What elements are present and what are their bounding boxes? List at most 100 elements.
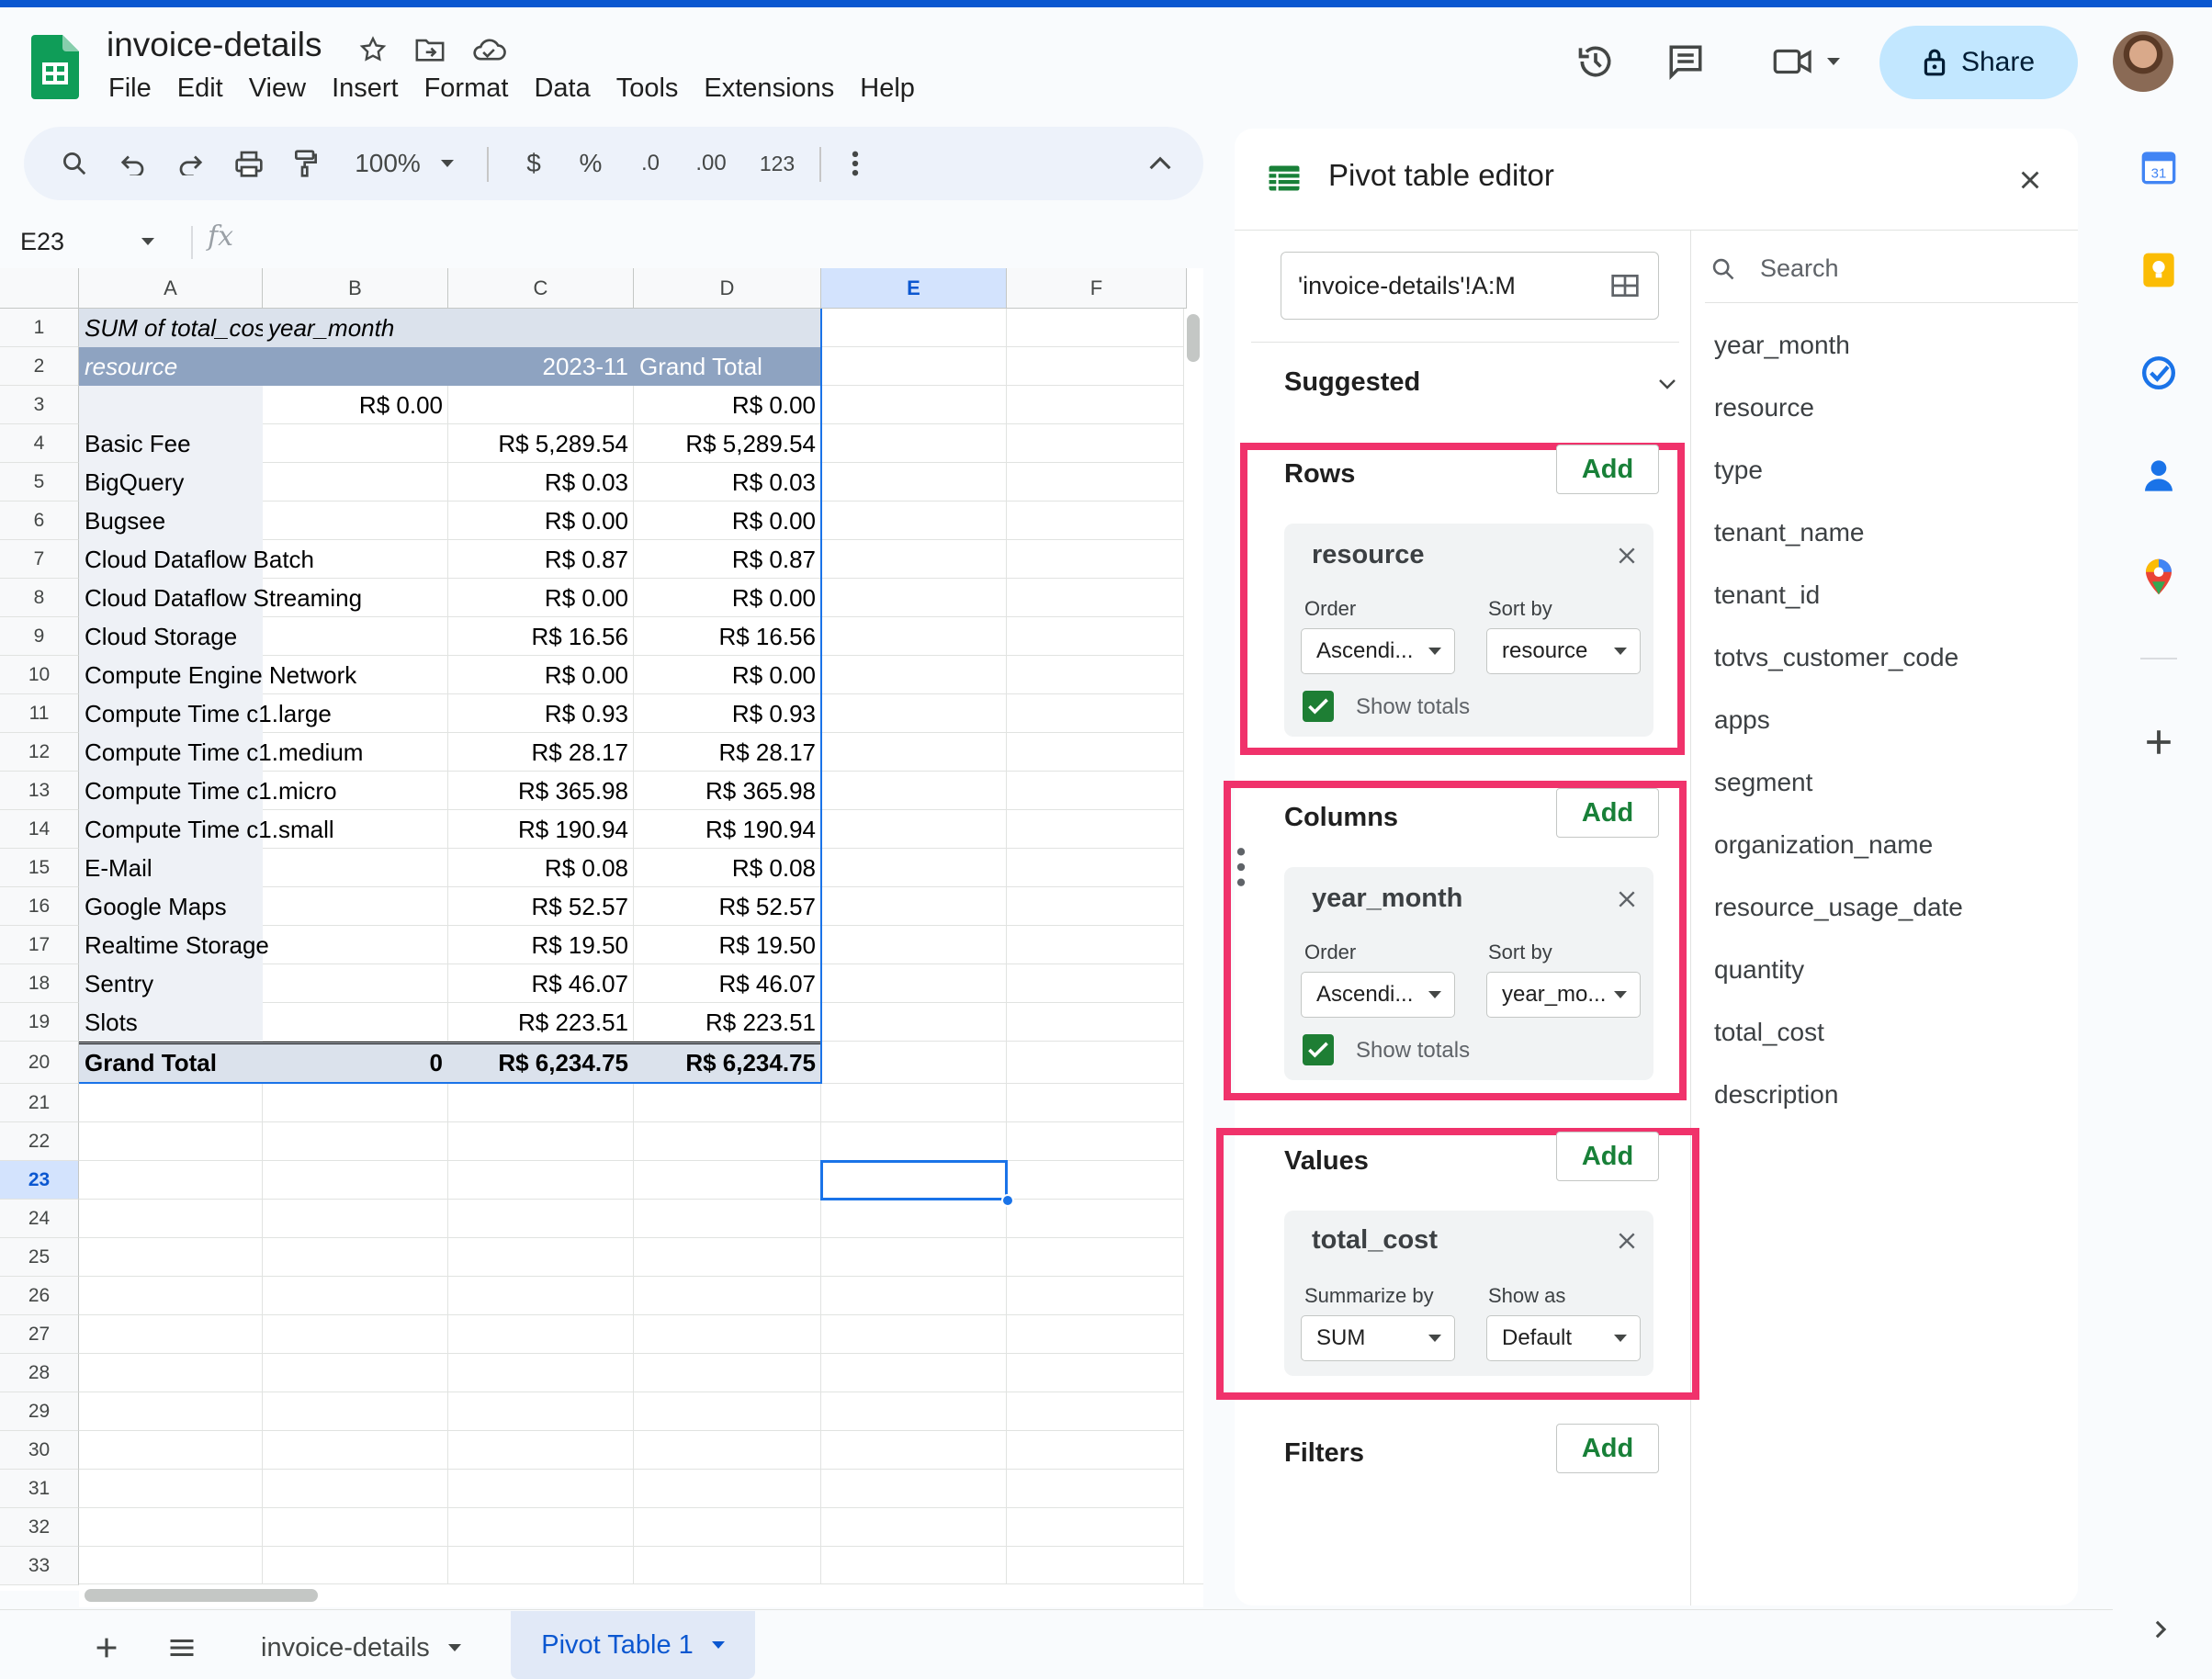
vertical-scroll-thumb[interactable] bbox=[1187, 314, 1200, 362]
cloud-saved-icon[interactable] bbox=[470, 31, 507, 68]
suggested-label[interactable]: Suggested bbox=[1284, 367, 1420, 398]
decrease-decimal-button[interactable]: .0 bbox=[625, 127, 676, 200]
rows-sort-select[interactable]: resource bbox=[1486, 628, 1641, 674]
row-header[interactable]: 1 bbox=[0, 309, 79, 347]
row-header[interactable]: 9 bbox=[0, 617, 79, 656]
row-header[interactable]: 6 bbox=[0, 501, 79, 540]
field-list-item[interactable]: apps bbox=[1714, 705, 1770, 735]
field-list-item[interactable]: tenant_id bbox=[1714, 580, 1820, 610]
fill-handle[interactable] bbox=[1001, 1194, 1014, 1207]
add-addon-icon[interactable] bbox=[2137, 720, 2181, 764]
remove-rows-field-icon[interactable] bbox=[1613, 542, 1641, 569]
document-title[interactable]: invoice-details bbox=[107, 26, 322, 64]
menu-tools[interactable]: Tools bbox=[604, 73, 692, 104]
row-header[interactable]: 32 bbox=[0, 1508, 79, 1547]
format-currency-button[interactable]: $ bbox=[511, 127, 557, 200]
suggested-chevron-down-icon[interactable] bbox=[1653, 373, 1681, 395]
row-header[interactable]: 22 bbox=[0, 1122, 79, 1161]
row-header[interactable]: 33 bbox=[0, 1547, 79, 1585]
comments-icon[interactable] bbox=[1661, 37, 1710, 86]
maps-icon[interactable] bbox=[2137, 555, 2181, 599]
calendar-icon[interactable]: 31 bbox=[2137, 145, 2181, 189]
menu-insert[interactable]: Insert bbox=[319, 73, 412, 104]
all-sheets-icon[interactable] bbox=[162, 1617, 202, 1679]
row-header[interactable]: 15 bbox=[0, 849, 79, 887]
select-all-corner[interactable] bbox=[0, 268, 79, 309]
columns-show-totals-checkbox[interactable] bbox=[1303, 1034, 1334, 1065]
zoom-select[interactable]: 100% bbox=[349, 127, 459, 200]
sheets-logo-icon[interactable] bbox=[31, 35, 79, 99]
row-header[interactable]: 8 bbox=[0, 579, 79, 617]
spreadsheet-grid[interactable]: A B C D E F 1 2 3 4 5 6 7 8 9 10 11 12 13 14 15 16 17 18 1… bbox=[0, 268, 1203, 1591]
menu-file[interactable]: File bbox=[96, 73, 164, 104]
row-header[interactable]: 24 bbox=[0, 1200, 79, 1238]
drag-handle-icon[interactable] bbox=[1236, 847, 1246, 887]
sheet-tab-caret-icon[interactable] bbox=[711, 1641, 725, 1649]
row-header[interactable]: 7 bbox=[0, 540, 79, 579]
tasks-icon[interactable] bbox=[2137, 351, 2181, 395]
row-header[interactable]: 28 bbox=[0, 1354, 79, 1392]
values-show-as-select[interactable]: Default bbox=[1486, 1315, 1641, 1361]
horizontal-scroll-thumb[interactable] bbox=[85, 1589, 318, 1602]
row-header[interactable]: 31 bbox=[0, 1470, 79, 1508]
move-to-folder-icon[interactable] bbox=[412, 31, 448, 68]
field-list-item[interactable]: description bbox=[1714, 1080, 1838, 1110]
redo-icon[interactable] bbox=[167, 127, 213, 200]
field-list-item[interactable]: segment bbox=[1714, 768, 1812, 797]
values-add-button[interactable]: Add bbox=[1556, 1132, 1659, 1181]
row-header[interactable]: 27 bbox=[0, 1315, 79, 1354]
data-range-field[interactable]: 'invoice-details'!A:M bbox=[1281, 252, 1659, 320]
row-header[interactable]: 11 bbox=[0, 694, 79, 733]
field-list-item[interactable]: resource_usage_date bbox=[1714, 893, 1963, 922]
increase-decimal-button[interactable]: .00 bbox=[683, 127, 739, 200]
version-history-icon[interactable] bbox=[1571, 37, 1620, 86]
more-options-icon[interactable] bbox=[832, 127, 878, 200]
field-list-item[interactable]: resource bbox=[1714, 393, 1814, 423]
remove-values-field-icon[interactable] bbox=[1613, 1227, 1641, 1255]
menu-help[interactable]: Help bbox=[847, 73, 928, 104]
field-list-item[interactable]: total_cost bbox=[1714, 1018, 1824, 1047]
row-header[interactable]: 23 bbox=[0, 1161, 79, 1200]
column-header-b[interactable]: B bbox=[263, 268, 448, 309]
print-icon[interactable] bbox=[226, 127, 272, 200]
menu-format[interactable]: Format bbox=[412, 73, 522, 104]
row-header[interactable]: 18 bbox=[0, 964, 79, 1003]
field-list-item[interactable]: organization_name bbox=[1714, 830, 1933, 860]
row-header[interactable]: 12 bbox=[0, 733, 79, 772]
column-header-a[interactable]: A bbox=[79, 268, 263, 309]
row-header[interactable]: 16 bbox=[0, 887, 79, 926]
row-header[interactable]: 3 bbox=[0, 386, 79, 424]
sheet-tab-caret-icon[interactable] bbox=[447, 1644, 461, 1651]
star-icon[interactable] bbox=[355, 31, 391, 68]
row-header[interactable]: 10 bbox=[0, 656, 79, 694]
avatar[interactable] bbox=[2113, 31, 2173, 92]
columns-order-select[interactable]: Ascendi... bbox=[1301, 972, 1455, 1018]
values-summarize-select[interactable]: SUM bbox=[1301, 1315, 1455, 1361]
share-button[interactable]: Share bbox=[1879, 26, 2078, 99]
field-list-item[interactable]: type bbox=[1714, 456, 1763, 485]
filters-add-button[interactable]: Add bbox=[1556, 1424, 1659, 1473]
menu-data[interactable]: Data bbox=[521, 73, 603, 104]
row-header[interactable]: 17 bbox=[0, 926, 79, 964]
field-list-item[interactable]: tenant_name bbox=[1714, 518, 1864, 547]
contacts-icon[interactable] bbox=[2137, 454, 2181, 498]
meet-video-icon[interactable] bbox=[1760, 37, 1852, 86]
close-panel-icon[interactable] bbox=[2012, 162, 2048, 198]
row-header[interactable]: 5 bbox=[0, 463, 79, 501]
add-sheet-icon[interactable] bbox=[88, 1617, 125, 1679]
field-list-item[interactable]: quantity bbox=[1714, 955, 1804, 985]
selected-cell-e23[interactable] bbox=[820, 1160, 1008, 1200]
row-header[interactable]: 4 bbox=[0, 424, 79, 463]
column-header-e[interactable]: E bbox=[821, 268, 1007, 309]
row-header[interactable]: 19 bbox=[0, 1003, 79, 1042]
field-list-item[interactable]: totvs_customer_code bbox=[1714, 643, 1958, 672]
search-menus-icon[interactable] bbox=[51, 127, 97, 200]
more-formats-button[interactable]: 123 bbox=[748, 127, 807, 200]
expand-side-panel-icon[interactable] bbox=[2142, 1611, 2179, 1648]
row-header[interactable]: 13 bbox=[0, 772, 79, 810]
menu-edit[interactable]: Edit bbox=[164, 73, 236, 104]
column-header-c[interactable]: C bbox=[448, 268, 634, 309]
row-header[interactable]: 26 bbox=[0, 1277, 79, 1315]
columns-sort-select[interactable]: year_mo... bbox=[1486, 972, 1641, 1018]
paint-format-icon[interactable] bbox=[283, 127, 329, 200]
